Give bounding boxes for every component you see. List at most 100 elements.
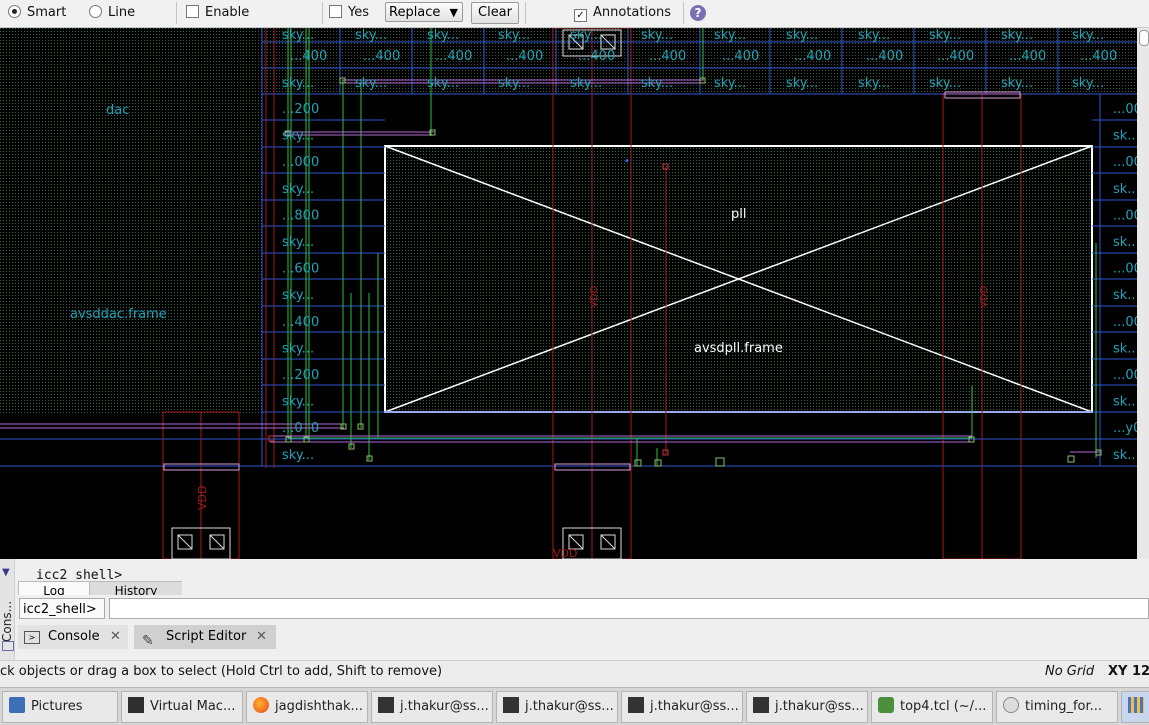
- cell-label: ...400: [282, 315, 319, 330]
- vm-icon: [128, 697, 144, 713]
- cell-label: ...000: [282, 155, 319, 170]
- terminal-icon: [753, 697, 769, 713]
- cell-value-label: ...400: [435, 49, 472, 64]
- canvas-scrollbar[interactable]: [1137, 28, 1149, 559]
- cell-label: ...00: [1113, 102, 1137, 117]
- tab-console[interactable]: > Console ✕: [18, 625, 128, 649]
- tab-script-editor[interactable]: ✎ Script Editor ✕: [134, 625, 276, 649]
- tab-history[interactable]: History: [89, 581, 182, 595]
- cell-label: ...00: [1113, 262, 1137, 277]
- cell-name-label: sky...: [282, 76, 314, 91]
- task-terminal-4[interactable]: j.thakur@ss...: [746, 691, 868, 723]
- cell-value-label: ...400: [506, 49, 543, 64]
- cell-name-label: sky...: [427, 28, 459, 43]
- cell-label: sky...: [282, 288, 314, 303]
- cell-label: sk...: [1113, 129, 1137, 144]
- help-icon[interactable]: ?: [690, 5, 706, 21]
- yes-label: Yes: [348, 5, 369, 20]
- checkbox-icon: [186, 5, 199, 18]
- pll-label: pll: [731, 207, 746, 222]
- cell-name-label: sky...: [1072, 76, 1104, 91]
- enable-label: Enable: [205, 5, 250, 20]
- cell-name-label: sky...: [858, 76, 890, 91]
- task-pictures[interactable]: Pictures: [2, 691, 118, 723]
- toolbar-divider: [322, 2, 323, 24]
- cell-name-label: sky...: [355, 76, 387, 91]
- task-label: top4.tcl (~/...: [900, 699, 987, 714]
- task-label: j.thakur@ss...: [775, 699, 864, 714]
- cell-name-label: sky...: [355, 28, 387, 43]
- marker-dot: •: [624, 156, 630, 167]
- taskbar: Pictures Virtual Mac... jagdishthak... j…: [0, 687, 1149, 725]
- task-terminal-2[interactable]: j.thakur@ss...: [496, 691, 618, 723]
- avsddac-frame-label: avsddac.frame: [70, 307, 167, 322]
- cell-name-label: sky...: [1001, 76, 1033, 91]
- command-input[interactable]: [109, 598, 1149, 619]
- task-virtual-machine[interactable]: Virtual Mac...: [121, 691, 243, 723]
- smart-label: Smart: [27, 5, 67, 20]
- line-radio[interactable]: Line: [89, 4, 135, 22]
- task-gedit[interactable]: top4.tcl (~/...: [871, 691, 993, 723]
- terminal-icon: [378, 697, 394, 713]
- task-terminal-1[interactable]: j.thakur@ss...: [371, 691, 493, 723]
- cell-name-label: sky...: [498, 76, 530, 91]
- cell-label: sky...: [282, 448, 314, 463]
- smart-radio[interactable]: Smart: [8, 4, 66, 22]
- layout-view: dac avsddac.frame pll avsdpll.frame VDD …: [0, 28, 1137, 559]
- dropdown-arrow-icon: ▼: [449, 6, 458, 19]
- enable-checkbox[interactable]: Enable: [186, 4, 249, 22]
- cell-label: ...00: [1113, 208, 1137, 223]
- cell-name-label: sky...: [929, 76, 961, 91]
- cell-label: ...800: [282, 208, 319, 223]
- cell-label: ...600: [282, 262, 319, 277]
- task-terminal-3[interactable]: j.thakur@ss...: [621, 691, 743, 723]
- cell-label: sky...: [282, 395, 314, 410]
- task-firefox[interactable]: jagdishthak...: [246, 691, 368, 723]
- cell-label: ...200: [282, 368, 319, 383]
- task-timing[interactable]: timing_for...: [996, 691, 1118, 723]
- checkbox-checked-icon: ✓: [574, 9, 587, 22]
- task-label: j.thakur@ss...: [525, 699, 614, 714]
- cell-value-label: ...400: [1009, 49, 1046, 64]
- cell-value-label: ...400: [290, 49, 327, 64]
- vdd-label: VDD: [589, 285, 600, 308]
- cell-label: sky...: [282, 182, 314, 197]
- annotations-label: Annotations: [593, 5, 672, 20]
- cell-label: sk...: [1113, 235, 1137, 250]
- layout-canvas[interactable]: dac avsddac.frame pll avsdpll.frame VDD …: [0, 28, 1137, 559]
- yes-checkbox[interactable]: Yes: [329, 4, 369, 22]
- dac-block[interactable]: [0, 28, 262, 414]
- clear-button[interactable]: Clear: [471, 2, 519, 24]
- collapse-icon[interactable]: ▼: [2, 567, 10, 578]
- scroll-thumb[interactable]: [1139, 30, 1149, 46]
- console-output: icc2_shell>: [36, 568, 123, 582]
- tab-script-editor-label: Script Editor: [166, 629, 247, 644]
- text-editor-icon: [878, 697, 894, 713]
- cell-label: ...200: [282, 102, 319, 117]
- cell-label: sk...: [1113, 395, 1137, 410]
- cell-name-label: sky...: [858, 28, 890, 43]
- task-active-app[interactable]: [1121, 691, 1149, 723]
- line-label: Line: [108, 5, 136, 20]
- tab-console-label: Console: [48, 629, 100, 644]
- cell-name-label: sky...: [498, 28, 530, 43]
- mode-select[interactable]: Replace ▼: [385, 2, 463, 22]
- close-icon[interactable]: ✕: [110, 625, 121, 649]
- app-grid-icon: [1128, 697, 1144, 713]
- console-tabs: Log History: [18, 581, 182, 595]
- grid-status: No Grid: [1045, 664, 1095, 679]
- vdd-label: VDD: [979, 285, 990, 308]
- cell-value-label: ...400: [794, 49, 831, 64]
- cell-name-label: sky...: [282, 28, 314, 43]
- avsdpll-frame-label: avsdpll.frame: [694, 341, 783, 356]
- cell-label: sky...: [282, 341, 314, 356]
- tab-log[interactable]: Log: [18, 581, 90, 595]
- cell-name-label: sky...: [786, 28, 818, 43]
- annotations-checkbox[interactable]: ✓ Annotations: [574, 4, 671, 22]
- dac-label: dac: [106, 103, 129, 118]
- checkbox-icon: [329, 5, 342, 18]
- cell-name-label: sky...: [641, 76, 673, 91]
- close-icon[interactable]: ✕: [256, 625, 267, 649]
- console-dock: ▼ Cons...: [0, 559, 15, 660]
- status-hint: ck objects or drag a box to select (Hold…: [0, 664, 443, 679]
